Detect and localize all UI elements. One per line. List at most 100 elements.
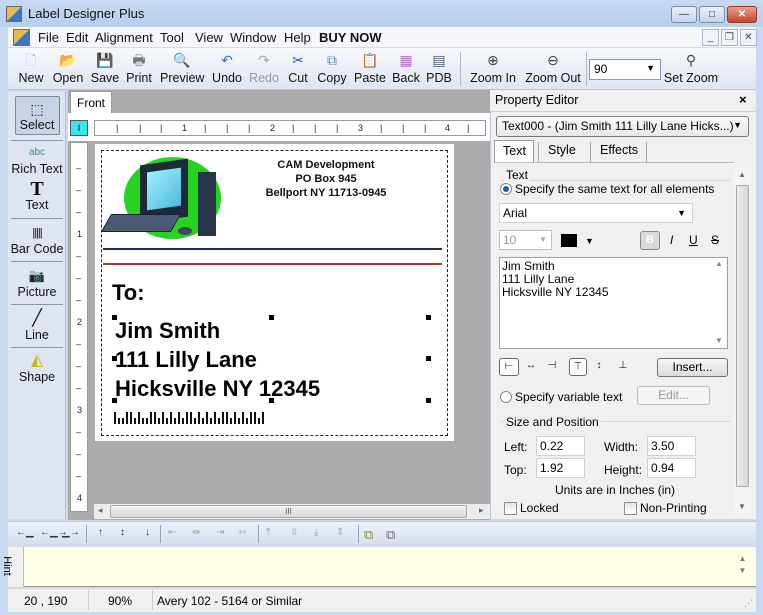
- font-size-select[interactable]: 10 ▼: [499, 230, 552, 250]
- hint-scrollbar[interactable]: ▲ ▼: [735, 553, 750, 583]
- distribute-left-icon[interactable]: ⇤: [168, 527, 176, 538]
- print-button[interactable]: 🖶 Print: [124, 50, 154, 88]
- align-right-icon[interactable]: ▁→: [62, 527, 80, 538]
- variable-text-radio-label[interactable]: Specify variable text: [515, 390, 622, 404]
- scroll-up-icon[interactable]: ▲: [739, 554, 747, 563]
- tool-picture[interactable]: 📷 Picture: [8, 267, 66, 299]
- mdi-minimize-button[interactable]: _: [702, 29, 719, 46]
- recipient-name[interactable]: Jim Smith: [115, 318, 220, 344]
- scroll-up-icon[interactable]: ▲: [738, 170, 746, 179]
- minimize-button[interactable]: —: [671, 6, 697, 23]
- to-label[interactable]: To:: [112, 280, 145, 306]
- non-printing-checkbox[interactable]: [624, 502, 637, 515]
- menu-view[interactable]: View: [195, 30, 223, 45]
- left-input[interactable]: 0.22: [536, 436, 585, 456]
- underline-button[interactable]: U: [689, 233, 698, 247]
- mdi-restore-button[interactable]: ❐: [721, 29, 738, 46]
- tab-effects[interactable]: Effects: [592, 140, 646, 162]
- open-button[interactable]: 📂 Open: [51, 50, 85, 88]
- resize-handle[interactable]: [426, 398, 431, 403]
- distribute-center-icon[interactable]: ⇹: [192, 527, 200, 538]
- resize-handle[interactable]: [426, 356, 431, 361]
- postnet-barcode[interactable]: [114, 410, 266, 424]
- resize-handle[interactable]: [112, 356, 117, 361]
- strikethrough-button[interactable]: S: [711, 233, 719, 247]
- element-select[interactable]: Text000 - (Jim Smith 111 Lilly Lane Hick…: [496, 116, 749, 137]
- tool-text[interactable]: T Text: [8, 179, 66, 212]
- zoom-out-button[interactable]: ⊖ Zoom Out: [523, 50, 583, 88]
- locked-label[interactable]: Locked: [520, 501, 559, 515]
- align-right-icon[interactable]: ⊣: [543, 358, 561, 376]
- locked-checkbox[interactable]: [504, 502, 517, 515]
- ruler-unit-toggle[interactable]: I: [70, 120, 88, 136]
- pdb-button[interactable]: ▤ PDB: [425, 50, 453, 88]
- same-text-radio-label[interactable]: Specify the same text for all elements: [515, 182, 714, 196]
- scroll-left-icon[interactable]: ◂: [98, 505, 103, 516]
- distribute-bottom-icon[interactable]: ⤓: [314, 527, 318, 538]
- text-color-swatch[interactable]: [561, 234, 577, 247]
- undo-button[interactable]: ↶ Undo: [211, 50, 243, 88]
- distribute-middle-icon[interactable]: ⇳: [290, 527, 298, 538]
- align-middle-icon[interactable]: ↕: [120, 527, 125, 538]
- color-dropdown-icon[interactable]: ▼: [585, 236, 594, 246]
- resize-handle[interactable]: [112, 315, 117, 320]
- paste-button[interactable]: 📋 Paste: [354, 50, 386, 88]
- zoom-in-button[interactable]: ⊕ Zoom In: [468, 50, 518, 88]
- menu-file[interactable]: File: [38, 30, 59, 45]
- tool-select[interactable]: ⬚ Select: [8, 100, 66, 132]
- send-to-back-icon[interactable]: ⧉: [386, 527, 395, 543]
- maximize-button[interactable]: □: [699, 6, 725, 23]
- scroll-thumb[interactable]: III: [110, 505, 467, 518]
- align-top-icon[interactable]: ↑: [98, 527, 103, 538]
- align-center-icon[interactable]: ↔: [522, 358, 540, 376]
- tool-shape[interactable]: ◭ Shape: [8, 352, 66, 384]
- tool-rich-text[interactable]: abc Rich Text: [8, 144, 66, 176]
- sender-address-line[interactable]: PO Box 945: [236, 173, 416, 185]
- width-input[interactable]: 3.50: [647, 436, 696, 456]
- menu-edit[interactable]: Edit: [66, 30, 88, 45]
- menu-help[interactable]: Help: [284, 30, 311, 45]
- menu-tool[interactable]: Tool: [160, 30, 184, 45]
- align-bottom-icon[interactable]: ↓: [145, 527, 150, 538]
- variable-text-radio[interactable]: [500, 391, 512, 403]
- buy-now-link[interactable]: BUY NOW: [319, 30, 382, 45]
- tab-text[interactable]: Text: [494, 140, 534, 162]
- align-bottom-icon[interactable]: ⊥: [616, 358, 630, 376]
- menu-alignment[interactable]: Alignment: [95, 30, 153, 45]
- italic-button[interactable]: I: [670, 233, 673, 247]
- copy-button[interactable]: ⧉ Copy: [316, 50, 348, 88]
- distribute-top-icon[interactable]: ⤒: [266, 527, 270, 538]
- bring-to-front-icon[interactable]: ⧉: [364, 527, 373, 543]
- non-printing-label[interactable]: Non-Printing: [640, 501, 707, 515]
- scroll-up-icon[interactable]: ▲: [715, 259, 723, 268]
- same-width-icon[interactable]: ⇿: [238, 527, 246, 538]
- redo-button[interactable]: ↷ Redo: [249, 50, 279, 88]
- sender-name[interactable]: CAM Development: [236, 159, 416, 171]
- top-input[interactable]: 1.92: [536, 458, 585, 478]
- align-middle-icon[interactable]: ↕: [592, 358, 606, 376]
- scroll-down-icon[interactable]: ▼: [715, 336, 723, 345]
- align-left-icon[interactable]: ⊢: [499, 358, 519, 376]
- align-left-icon[interactable]: ←▁: [16, 527, 34, 538]
- tab-front[interactable]: Front: [70, 91, 112, 113]
- align-top-icon[interactable]: ⊤: [569, 358, 587, 376]
- recipient-city[interactable]: Hicksville NY 12345: [115, 376, 320, 402]
- height-input[interactable]: 0.94: [647, 458, 696, 478]
- resize-handle[interactable]: [269, 398, 274, 403]
- close-icon[interactable]: ×: [739, 92, 747, 107]
- preview-button[interactable]: 🔍 Preview: [160, 50, 204, 88]
- menu-window[interactable]: Window: [230, 30, 276, 45]
- font-family-select[interactable]: Arial ▼: [499, 203, 693, 223]
- cut-button[interactable]: ✂ Cut: [286, 50, 310, 88]
- back-button[interactable]: ▦ Back: [392, 50, 420, 88]
- mdi-close-button[interactable]: ✕: [740, 29, 757, 46]
- insert-button[interactable]: Insert...: [657, 358, 728, 377]
- tool-line[interactable]: ╱ Line: [8, 310, 66, 342]
- divider-line-blue[interactable]: [103, 248, 442, 250]
- scroll-down-icon[interactable]: ▼: [739, 566, 747, 575]
- new-button[interactable]: 🗋 New: [16, 50, 46, 88]
- tool-bar-code[interactable]: ||||| Bar Code: [8, 224, 66, 256]
- text-content-input[interactable]: Jim Smith 111 Lilly Lane Hicksville NY 1…: [499, 257, 728, 349]
- sender-city-line[interactable]: Bellport NY 11713-0945: [236, 187, 416, 199]
- edit-button[interactable]: Edit...: [637, 386, 710, 405]
